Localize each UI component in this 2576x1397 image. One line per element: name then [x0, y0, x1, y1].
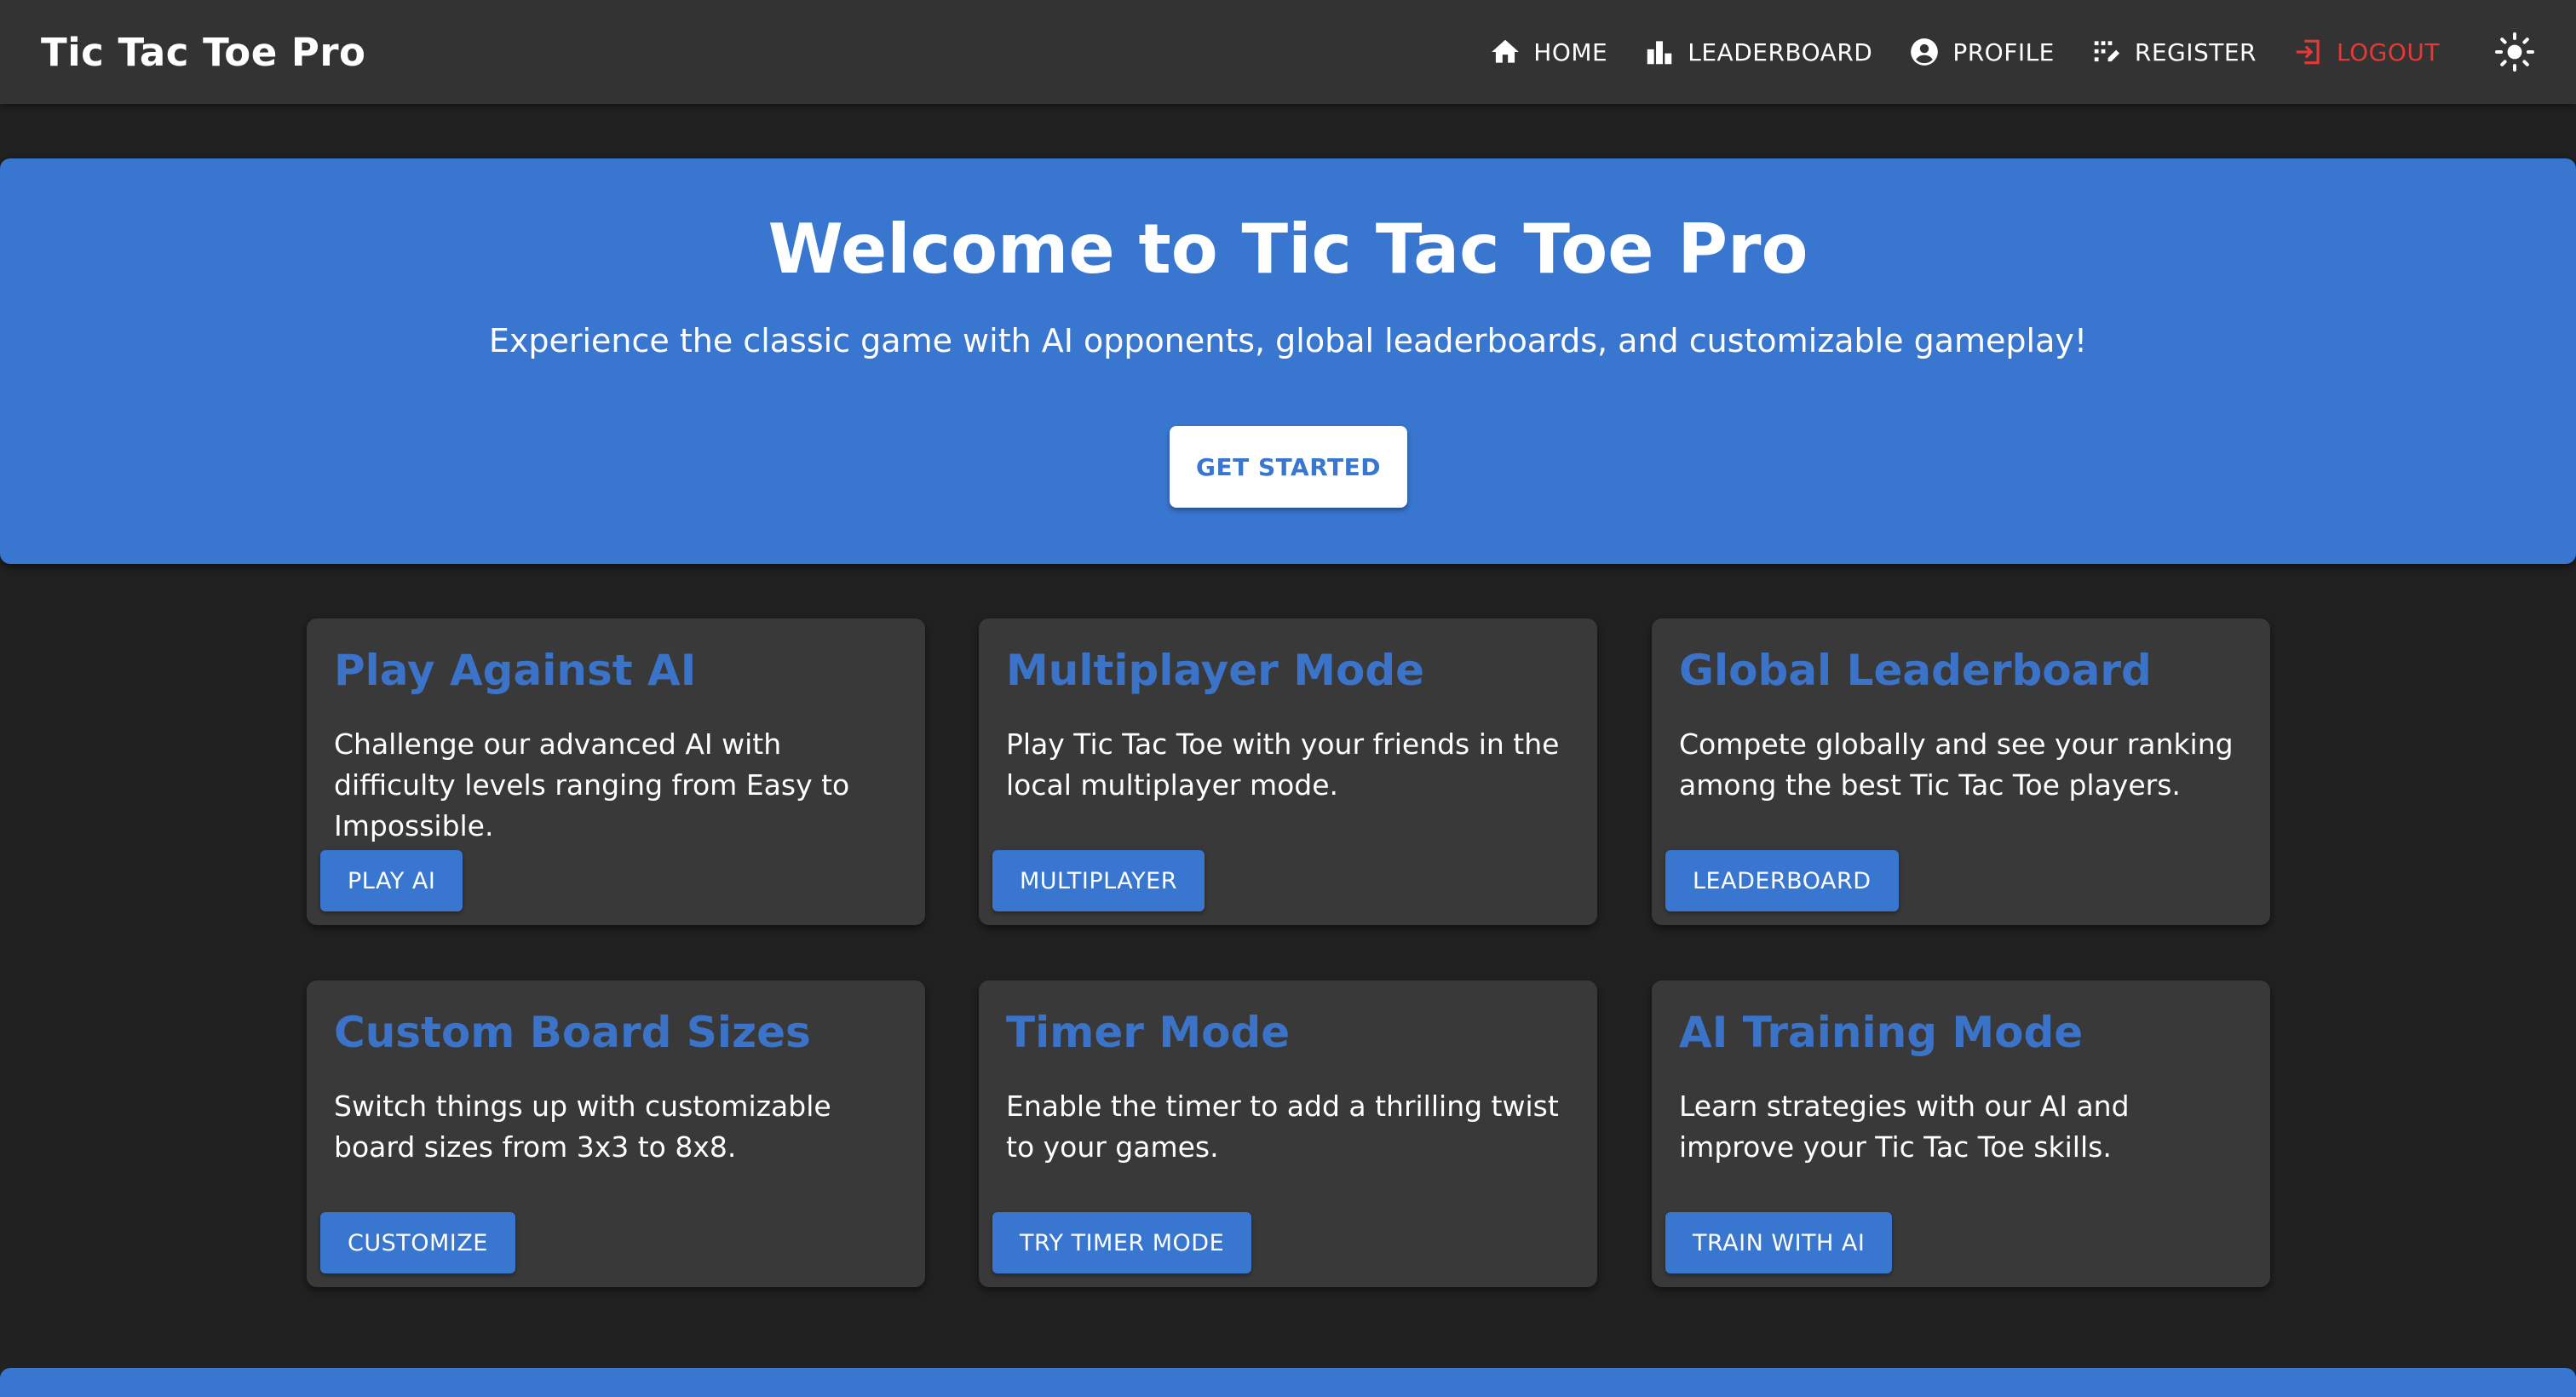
page: Tic Tac Toe Pro HOME LEADERBOARD PROFILE	[0, 0, 2576, 1397]
account-icon	[1908, 36, 1941, 68]
app-title[interactable]: Tic Tac Toe Pro	[41, 30, 365, 75]
nav-profile-label: PROFILE	[1952, 37, 2055, 66]
nav-register[interactable]: REGISTER	[2090, 36, 2257, 68]
multiplayer-button[interactable]: MULTIPLAYER	[992, 850, 1205, 911]
nav-home[interactable]: HOME	[1489, 36, 1607, 68]
get-started-button[interactable]: GET STARTED	[1170, 426, 1407, 508]
feature-card-leaderboard: Global Leaderboard Compete globally and …	[1652, 618, 2270, 925]
home-icon	[1489, 36, 1521, 68]
feature-card-ai-training: AI Training Mode Learn strategies with o…	[1652, 980, 2270, 1287]
customize-button[interactable]: CUSTOMIZE	[320, 1212, 515, 1273]
card-title: Multiplayer Mode	[1006, 646, 1425, 695]
register-icon	[2090, 36, 2123, 68]
nav-logout[interactable]: LOGOUT	[2292, 36, 2440, 68]
card-description: Switch things up with customizable board…	[334, 1089, 831, 1164]
card-title: Custom Board Sizes	[334, 1008, 811, 1057]
nav-logout-label: LOGOUT	[2337, 37, 2440, 66]
nav-leaderboard-label: LEADERBOARD	[1688, 37, 1873, 66]
theme-toggle-button[interactable]	[2494, 32, 2535, 72]
feature-card-multiplayer: Multiplayer Mode Play Tic Tac Toe with y…	[979, 618, 1597, 925]
top-navbar: Tic Tac Toe Pro HOME LEADERBOARD PROFILE	[0, 0, 2576, 104]
nav-menu: HOME LEADERBOARD PROFILE REGISTER LOGOUT	[1453, 32, 2535, 72]
logout-icon	[2292, 36, 2325, 68]
card-description: Compete globally and see your ranking am…	[1679, 727, 2234, 802]
card-title: Timer Mode	[1006, 1008, 1291, 1057]
hero-banner: Welcome to Tic Tac Toe Pro Experience th…	[0, 158, 2576, 564]
feature-card-play-ai: Play Against AI Challenge our advanced A…	[307, 618, 925, 925]
card-description: Learn strategies with our AI and improve…	[1679, 1089, 2130, 1164]
timer-mode-button[interactable]: TRY TIMER MODE	[992, 1212, 1252, 1273]
nav-profile[interactable]: PROFILE	[1908, 36, 2055, 68]
card-description: Play Tic Tac Toe with your friends in th…	[1006, 727, 1560, 802]
card-description: Enable the timer to add a thrilling twis…	[1006, 1089, 1559, 1164]
nav-register-label: REGISTER	[2134, 37, 2257, 66]
leaderboard-icon	[1643, 36, 1676, 68]
nav-home-label: HOME	[1533, 37, 1608, 66]
train-with-ai-button[interactable]: TRAIN WITH AI	[1665, 1212, 1893, 1273]
feature-card-timer-mode: Timer Mode Enable the timer to add a thr…	[979, 980, 1597, 1287]
leaderboard-button[interactable]: LEADERBOARD	[1665, 850, 1899, 911]
card-title: AI Training Mode	[1679, 1008, 2084, 1057]
card-title: Play Against AI	[334, 646, 697, 695]
sun-icon	[2495, 32, 2534, 72]
card-title: Global Leaderboard	[1679, 646, 2152, 695]
footer-strip	[0, 1368, 2576, 1397]
hero-title: Welcome to Tic Tac Toe Pro	[768, 210, 1808, 289]
card-description: Challenge our advanced AI with difficult…	[334, 727, 850, 842]
play-ai-button[interactable]: PLAY AI	[320, 850, 463, 911]
nav-leaderboard[interactable]: LEADERBOARD	[1643, 36, 1872, 68]
feature-card-custom-board: Custom Board Sizes Switch things up with…	[307, 980, 925, 1287]
hero-subtitle: Experience the classic game with AI oppo…	[488, 322, 2088, 359]
